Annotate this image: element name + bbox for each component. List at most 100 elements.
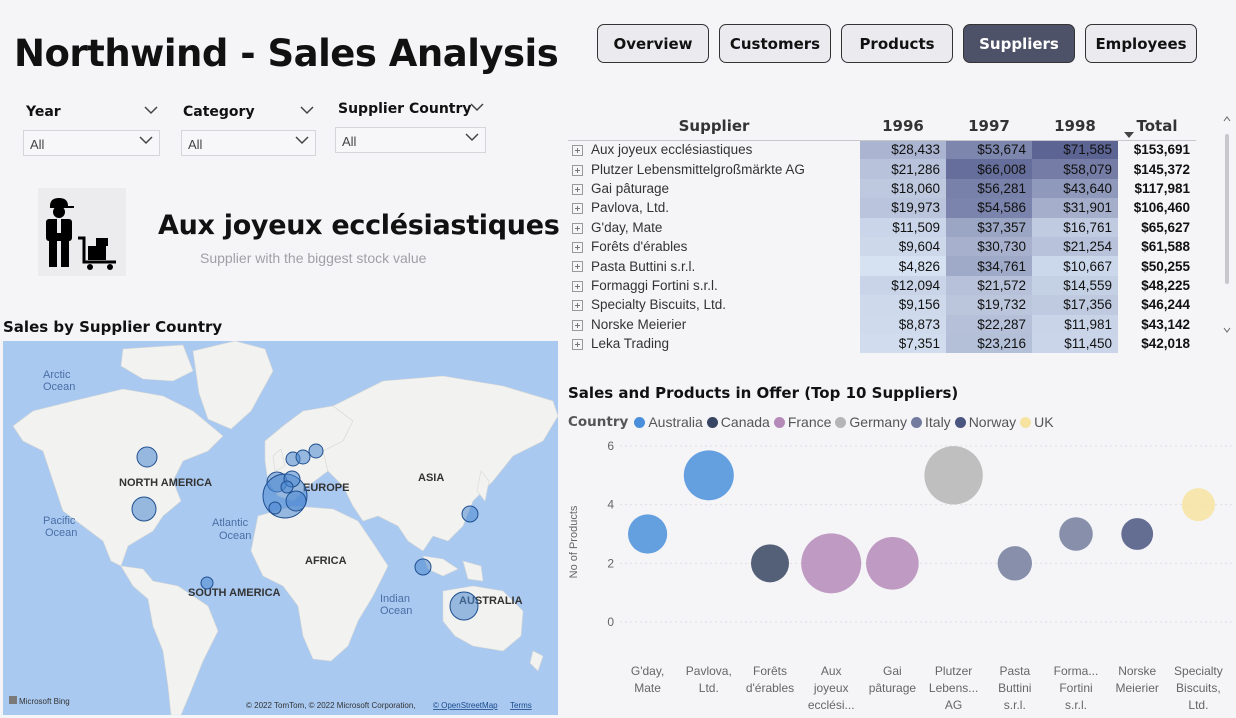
table-row[interactable]: Formaggi Fortini s.r.l. $12,094 $21,572 $14… [568, 275, 1196, 296]
expand-icon[interactable] [572, 280, 583, 292]
scroll-up-icon [1223, 116, 1231, 122]
expand-icon[interactable] [572, 300, 583, 312]
legend-item-australia[interactable]: Australia [634, 414, 703, 430]
table-row[interactable]: Specialty Biscuits, Ltd. $9,156 $19,732 $17… [568, 295, 1196, 315]
nav-button-suppliers[interactable]: Suppliers [963, 24, 1075, 63]
map-bubble-usa[interactable] [131, 496, 157, 522]
expand-icon[interactable] [572, 222, 583, 234]
map-bubble-spain[interactable] [268, 501, 282, 515]
col-header-1998[interactable]: 1998 [1032, 112, 1118, 141]
nav-button-customers[interactable]: Customers [719, 24, 831, 63]
x-tick-label: joyeux [813, 681, 849, 695]
map-bubble-canada[interactable] [136, 446, 158, 468]
bubble-australia[interactable] [628, 514, 668, 554]
x-tick-label: Buttini [998, 681, 1031, 695]
nav-button-overview[interactable]: Overview [597, 24, 709, 63]
bubble-italy[interactable] [1059, 517, 1093, 551]
col-header-total[interactable]: Total [1118, 112, 1196, 141]
map-bubble-sweden[interactable] [295, 449, 311, 465]
expand-icon[interactable] [572, 183, 583, 195]
legend-label: France [787, 414, 832, 430]
table-row[interactable]: Norske Meierier $8,873 $22,287 $11,981 $43,1… [568, 314, 1196, 334]
col-header-supplier[interactable]: Supplier [568, 112, 860, 141]
supplier-name: Plutzer Lebensmittelgroßmärkte AG [591, 161, 805, 177]
chevron-down-icon[interactable] [470, 103, 484, 112]
x-tick-label: d'érables [746, 681, 794, 695]
chevron-down-icon[interactable] [144, 106, 158, 115]
y-tick-label: 4 [607, 498, 614, 512]
bubble-norway[interactable] [1121, 518, 1154, 550]
pacific-label-2: Ocean [45, 527, 77, 539]
map-bubble-italy[interactable] [285, 490, 307, 512]
sales-cell-1998: $11,981 [1032, 314, 1118, 334]
sales-cell-1998: $14,559 [1032, 275, 1118, 296]
expand-icon[interactable] [572, 164, 583, 176]
bubble-france[interactable] [801, 533, 862, 594]
supplier-name-cell: Leka Trading [568, 334, 860, 353]
map-bubble-netherlands[interactable] [280, 480, 294, 494]
sales-cell-1998: $10,667 [1032, 256, 1118, 276]
africa-label: AFRICA [305, 555, 347, 567]
bubble-italy[interactable] [997, 546, 1032, 581]
supplier-name-cell: G'day, Mate [568, 218, 860, 237]
bubble-canada[interactable] [751, 544, 789, 583]
map-bubble-japan[interactable] [461, 505, 479, 523]
expand-icon[interactable] [572, 339, 583, 351]
table-row[interactable]: Aux joyeux ecclésiastiques $28,433 $53,674… [568, 140, 1196, 160]
sales-cell-1997: $37,357 [946, 217, 1032, 237]
nav-button-products[interactable]: Products [841, 24, 953, 63]
supplier-name: Pasta Buttini s.r.l. [591, 258, 696, 274]
scatter-chart[interactable]: 0 2 4 6 No of Products G'day, Mate Pavlova, Ltd.… [560, 432, 1236, 718]
table-row[interactable]: Forêts d'érables $9,604 $30,730 $21,254 $61,… [568, 236, 1196, 257]
bubble-australia[interactable] [683, 450, 734, 501]
col-header-1996[interactable]: 1996 [860, 112, 946, 141]
world-map: Arctic Ocean NORTH AMERICA EUROPE ASIA P… [9, 341, 558, 715]
legend-item-canada[interactable]: Canada [706, 414, 770, 430]
bubble-germany[interactable] [924, 446, 983, 505]
supplier-country-dropdown[interactable]: All [335, 127, 486, 153]
sort-desc-icon[interactable] [1124, 132, 1134, 138]
nav-button-employees[interactable]: Employees [1085, 24, 1197, 63]
map-bubble-brazil[interactable] [200, 576, 214, 590]
terms-link[interactable]: Terms [510, 701, 532, 710]
map-bubble-finland[interactable] [308, 443, 324, 459]
table-row[interactable]: Plutzer Lebensmittelgroßmärkte AG $21,286… [568, 159, 1196, 179]
legend-item-norway[interactable]: Norway [954, 414, 1016, 430]
expand-icon[interactable] [572, 261, 583, 273]
map-bubble-singapore[interactable] [414, 558, 432, 576]
osm-link[interactable]: © OpenStreetMap [433, 701, 498, 710]
table-row[interactable]: G'day, Mate $11,509 $37,357 $16,761 $65,627 [568, 217, 1196, 237]
sales-cell-1996: $4,826 [860, 256, 946, 276]
legend-item-france[interactable]: France [773, 414, 832, 430]
col-header-1997[interactable]: 1997 [946, 112, 1032, 141]
category-dropdown[interactable]: All [181, 130, 316, 156]
table-row[interactable]: Pasta Buttini s.r.l. $4,826 $34,761 $10,667… [568, 256, 1196, 276]
expand-icon[interactable] [572, 242, 583, 254]
supplier-name-cell: Specialty Biscuits, Ltd. [568, 295, 860, 314]
table-row[interactable]: Gai pâturage $18,060 $56,281 $43,640 $117,98… [568, 178, 1196, 199]
legend-item-uk[interactable]: UK [1020, 414, 1054, 430]
x-tick-label: Pasta [999, 664, 1030, 678]
map-title: Sales by Supplier Country [3, 318, 223, 336]
year-dropdown[interactable]: All [23, 130, 160, 156]
chevron-down-icon [295, 136, 309, 145]
matrix-scrollbar[interactable] [1222, 112, 1232, 340]
map-bubble-australia[interactable] [449, 591, 479, 621]
expand-icon[interactable] [572, 145, 583, 157]
bubble-france[interactable] [866, 537, 919, 590]
expand-icon[interactable] [572, 203, 583, 215]
legend-label: Australia [648, 414, 703, 430]
sales-map[interactable]: Arctic Ocean NORTH AMERICA EUROPE ASIA P… [3, 341, 558, 715]
chevron-down-icon[interactable] [300, 106, 314, 115]
total-cell: $65,627 [1141, 219, 1190, 235]
table-row[interactable]: Pavlova, Ltd. $19,973 $54,586 $31,901 $106,4… [568, 198, 1196, 218]
expand-icon[interactable] [572, 319, 583, 331]
legend-item-germany[interactable]: Germany [835, 414, 907, 430]
legend-item-italy[interactable]: Italy [911, 414, 951, 430]
top-supplier-subtitle: Supplier with the biggest stock value [200, 250, 427, 266]
bubble-uk[interactable] [1181, 488, 1215, 522]
sales-cell-1997: $23,216 [946, 333, 1032, 354]
sales-cell-1996: $12,094 [860, 275, 946, 296]
col-header-total-label: Total [1136, 116, 1178, 135]
table-row[interactable]: Leka Trading $7,351 $23,216 $11,450 $42,018 [568, 333, 1196, 354]
